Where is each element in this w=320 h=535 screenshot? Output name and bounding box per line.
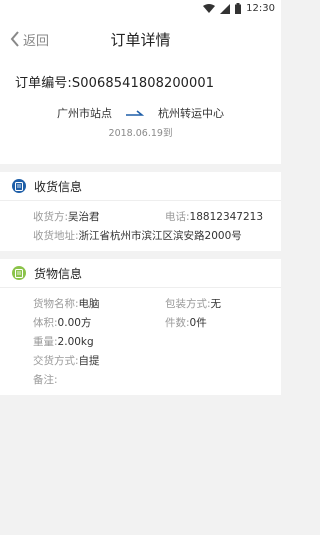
status-icons: 12:30	[203, 3, 275, 14]
chevron-left-icon	[10, 31, 19, 47]
receiver-phone-key: 电话:	[165, 211, 190, 223]
divider	[0, 164, 281, 172]
cargo-remark-key: 备注:	[33, 374, 58, 386]
receiver-phone-value[interactable]: 18812347213	[190, 211, 264, 223]
cargo-remark-field: 备注:	[33, 372, 58, 387]
divider	[0, 251, 281, 259]
receiver-section: 收货信息 收货方: 吴治君 电话: 18812347213 收货地址: 浙江省杭…	[0, 172, 281, 251]
cargo-weight-key: 重量:	[33, 336, 58, 348]
cargo-row-3: 重量: 2.00kg	[0, 332, 281, 351]
cargo-name-value: 电脑	[78, 298, 100, 310]
receiver-address-field: 收货地址: 浙江省杭州市滨江区滨安路2000号	[33, 228, 242, 243]
cargo-section-title: 货物信息	[34, 266, 83, 281]
cargo-delivery-value: 自提	[78, 355, 100, 367]
cargo-volume-value: 0.00方	[57, 317, 92, 329]
cargo-info-icon	[12, 266, 26, 280]
route-to: 杭州转运中心	[158, 107, 224, 120]
cargo-pack-value: 无	[210, 298, 222, 310]
receiver-info-icon	[12, 179, 26, 193]
back-label: 返回	[23, 33, 50, 49]
back-button[interactable]: 返回	[10, 18, 49, 60]
receiver-address-key: 收货地址:	[33, 230, 79, 242]
receiver-name-key: 收货方:	[33, 211, 69, 223]
arrival-date: 2018.06.19到	[108, 128, 173, 139]
cargo-delivery-key: 交货方式:	[33, 355, 79, 367]
cargo-weight-field: 重量: 2.00kg	[33, 334, 94, 349]
cargo-count-key: 件数:	[165, 317, 190, 329]
route-from: 广州市站点	[57, 107, 112, 120]
cargo-delivery-field: 交货方式: 自提	[33, 353, 100, 368]
cargo-section: 货物信息 货物名称: 电脑 包装方式: 无 体积: 0.00方 件数: 0件 重…	[0, 259, 281, 395]
receiver-address-value: 浙江省杭州市滨江区滨安路2000号	[78, 230, 242, 242]
status-bar: 12:30	[0, 0, 281, 18]
cargo-name-key: 货物名称:	[33, 298, 79, 310]
status-time: 12:30	[246, 3, 275, 14]
signal-icon	[220, 3, 231, 14]
navigation-bar: 返回 订单详情	[0, 18, 281, 60]
battery-icon	[235, 3, 242, 14]
cargo-volume-key: 体积:	[33, 317, 58, 329]
receiver-name-value: 吴治君	[68, 211, 100, 223]
route: 广州市站点 杭州转运中心	[0, 105, 281, 121]
cargo-volume-field: 体积: 0.00方	[33, 315, 91, 330]
cargo-row-1: 货物名称: 电脑 包装方式: 无	[0, 294, 281, 313]
page-title: 订单详情	[110, 30, 171, 49]
cargo-row-5: 备注:	[0, 370, 281, 389]
receiver-row-1: 收货方: 吴治君 电话: 18812347213	[0, 207, 281, 226]
cargo-weight-value: 2.00kg	[57, 335, 94, 348]
receiver-name-field: 收货方: 吴治君	[33, 209, 100, 224]
cargo-count-value: 0件	[189, 317, 207, 329]
route-arrow-icon	[126, 107, 145, 120]
cargo-name-field: 货物名称: 电脑	[33, 296, 100, 311]
cargo-pack-key: 包装方式:	[165, 298, 211, 310]
cargo-row-2: 体积: 0.00方 件数: 0件	[0, 313, 281, 332]
receiver-row-2: 收货地址: 浙江省杭州市滨江区滨安路2000号	[0, 226, 281, 245]
wifi-icon	[203, 3, 216, 13]
receiver-phone-field: 电话: 18812347213	[165, 209, 263, 224]
cargo-count-field: 件数: 0件	[165, 315, 207, 330]
receiver-section-title: 收货信息	[34, 179, 83, 194]
receiver-section-header: 收货信息	[0, 172, 281, 201]
cargo-section-header: 货物信息	[0, 259, 281, 288]
receiver-details: 收货方: 吴治君 电话: 18812347213 收货地址: 浙江省杭州市滨江区…	[0, 201, 281, 251]
cargo-row-4: 交货方式: 自提	[0, 351, 281, 370]
cargo-details: 货物名称: 电脑 包装方式: 无 体积: 0.00方 件数: 0件 重量: 2.…	[0, 288, 281, 395]
order-number: 订单编号:S0068541808200001	[15, 76, 215, 91]
cargo-pack-field: 包装方式: 无	[165, 296, 221, 311]
order-summary-card: 订单编号:S0068541808200001 广州市站点 杭州转运中心 2018…	[0, 60, 281, 164]
empty-area	[0, 395, 281, 535]
